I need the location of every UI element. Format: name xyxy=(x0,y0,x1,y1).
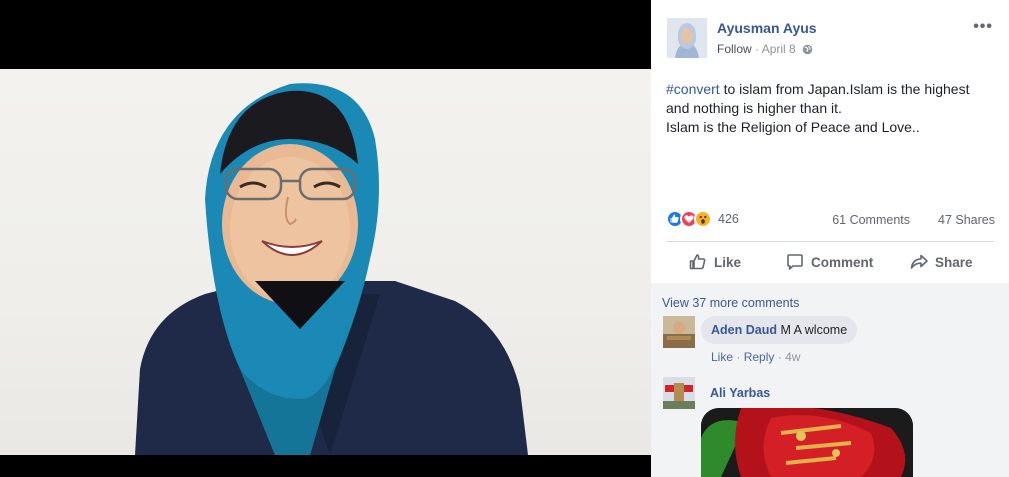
reaction-count: 426 xyxy=(718,212,739,226)
comment-image[interactable] xyxy=(701,408,913,477)
post-panel: Ayusman Ayus Follow · April 8 ••• #conve… xyxy=(651,0,1009,477)
post-text-line3: Islam is the Religion of Peace and Love.… xyxy=(666,119,920,135)
like-button[interactable]: Like xyxy=(688,252,741,272)
photo-illustration xyxy=(135,83,528,455)
separator-dot: · xyxy=(736,350,741,364)
share-icon xyxy=(910,254,928,269)
comment-icon xyxy=(787,254,803,270)
share-label: Share xyxy=(935,254,973,270)
post-text: #convert to islam from Japan.Islam is th… xyxy=(666,80,996,137)
comments-section: View 37 more comments Aden Daud M A wlco… xyxy=(651,283,1009,477)
separator-dot: · xyxy=(755,42,760,56)
more-options-icon[interactable]: ••• xyxy=(973,18,993,36)
comment-text: M A wlcome xyxy=(780,323,848,337)
hashtag-link[interactable]: #convert xyxy=(666,81,720,97)
view-more-comments-link[interactable]: View 37 more comments xyxy=(662,296,799,310)
comments-count[interactable]: 61 Comments xyxy=(832,213,910,227)
like-label: Like xyxy=(714,254,742,270)
globe-icon xyxy=(802,44,813,58)
comment-bubble: Aden Daud M A wlcome xyxy=(701,316,858,344)
comment-time[interactable]: 4w xyxy=(785,350,800,364)
commenter-name[interactable]: Aden Daud xyxy=(711,323,777,337)
post-photo[interactable] xyxy=(0,69,651,455)
follow-link[interactable]: Follow xyxy=(717,42,752,56)
post-stats: 426 61 Comments 47 Shares xyxy=(666,210,996,232)
commenter-avatar[interactable] xyxy=(663,377,695,409)
thumbs-up-icon xyxy=(689,254,706,270)
action-bar: Like Comment Share xyxy=(666,242,994,282)
commenter-name[interactable]: Ali Yarbas xyxy=(710,386,770,400)
post-text-line1: to islam from Japan.Islam is the highest xyxy=(719,81,970,97)
share-button[interactable]: Share xyxy=(909,252,973,272)
commenter-avatar[interactable] xyxy=(663,316,695,348)
comment-reply-link[interactable]: Reply xyxy=(744,350,775,364)
shares-count[interactable]: 47 Shares xyxy=(938,213,995,227)
post-header: Ayusman Ayus Follow · April 8 ••• xyxy=(651,0,1009,68)
comment-label: Comment xyxy=(811,254,874,270)
post-subline: Follow · April 8 xyxy=(717,42,813,58)
wow-icon xyxy=(694,210,712,228)
author-avatar[interactable] xyxy=(667,18,707,58)
comment-like-link[interactable]: Like xyxy=(711,350,733,364)
photo-viewer xyxy=(0,0,651,477)
separator-dot: · xyxy=(777,350,782,364)
post-text-line2: and nothing is higher than it. xyxy=(666,100,842,116)
post-date[interactable]: April 8 xyxy=(762,42,796,56)
author-name[interactable]: Ayusman Ayus xyxy=(717,20,817,36)
comment-button[interactable]: Comment xyxy=(785,252,873,272)
comment-meta: Like · Reply · 4w xyxy=(711,350,800,364)
